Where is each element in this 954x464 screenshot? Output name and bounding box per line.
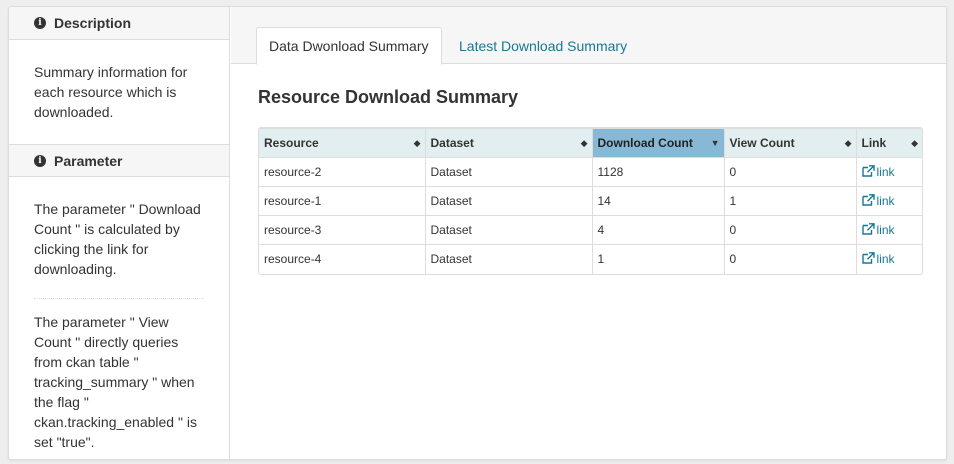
cell-resource: resource-3 [259,215,426,245]
table-row: resource-1 Dataset 14 1 link [259,186,922,216]
cell-dataset: Dataset [425,244,593,274]
tab-latest-download-summary[interactable]: Latest Download Summary [447,27,639,65]
main-content: Data Dwonload Summary Latest Download Su… [231,7,946,459]
external-link-icon [861,223,875,235]
tab-data-download-summary[interactable]: Data Dwonload Summary [256,27,442,65]
column-header-resource[interactable]: Resource ◆ [259,128,426,158]
parameter-body: The parameter " Download Count " is calc… [9,177,229,459]
table-header-row: Resource ◆ Dataset ◆ Download Count ▼ View … [259,128,922,158]
cell-view-count: 1 [724,186,857,216]
column-header-download-count[interactable]: Download Count ▼ [592,128,725,158]
info-icon: i [34,154,46,167]
sort-both-icon: ◆ [844,137,852,148]
resource-link[interactable]: link [856,157,922,187]
cell-resource: resource-4 [259,244,426,274]
info-icon: i [34,17,46,29]
column-header-link[interactable]: Link ◆ [856,128,922,158]
sort-both-icon: ◆ [911,137,918,148]
external-link-icon [861,252,875,264]
external-link-icon [861,165,875,177]
divider [34,298,204,299]
column-header-dataset[interactable]: Dataset ◆ [425,128,593,158]
resource-link[interactable]: link [856,245,922,274]
cell-download-count: 1 [592,244,725,274]
cell-download-count: 4 [592,215,725,245]
page-title: Resource Download Summary [258,87,519,107]
table-row: resource-2 Dataset 1128 0 link [259,157,922,187]
external-link-icon [861,194,875,206]
cell-view-count: 0 [724,215,857,245]
resource-link[interactable]: link [856,215,922,245]
content-panel: i Description Summary information for ea… [8,6,947,460]
table-row: resource-3 Dataset 4 0 link [259,215,922,245]
cell-dataset: Dataset [425,157,593,187]
tab-bar: Data Dwonload Summary Latest Download Su… [231,7,946,65]
cell-download-count: 14 [592,186,725,216]
cell-view-count: 0 [724,157,857,187]
cell-download-count: 1128 [592,157,725,187]
column-header-view-count[interactable]: View Count ◆ [724,128,857,158]
parameter-text-view: The parameter " View Count " directly qu… [34,314,197,450]
cell-dataset: Dataset [425,215,593,245]
sort-both-icon: ◆ [580,137,588,148]
sidebar: i Description Summary information for ea… [9,7,230,459]
cell-view-count: 0 [724,244,857,274]
sort-both-icon: ◆ [413,137,421,148]
description-body: Summary information for each resource wh… [9,40,229,144]
description-heading: i Description [9,7,229,40]
summary-table: Resource ◆ Dataset ◆ Download Count ▼ View … [258,127,923,275]
parameter-heading: i Parameter [9,144,229,177]
resource-link[interactable]: link [856,186,922,216]
description-title: Description [54,15,132,31]
cell-resource: resource-2 [259,157,426,187]
sort-desc-icon: ▼ [710,137,720,148]
description-text: Summary information for each resource wh… [34,64,188,120]
cell-dataset: Dataset [425,186,593,216]
parameter-text-download: The parameter " Download Count " is calc… [34,201,201,277]
cell-resource: resource-1 [259,186,426,216]
parameter-title: Parameter [54,152,123,169]
table-row: resource-4 Dataset 1 0 link [259,244,922,274]
